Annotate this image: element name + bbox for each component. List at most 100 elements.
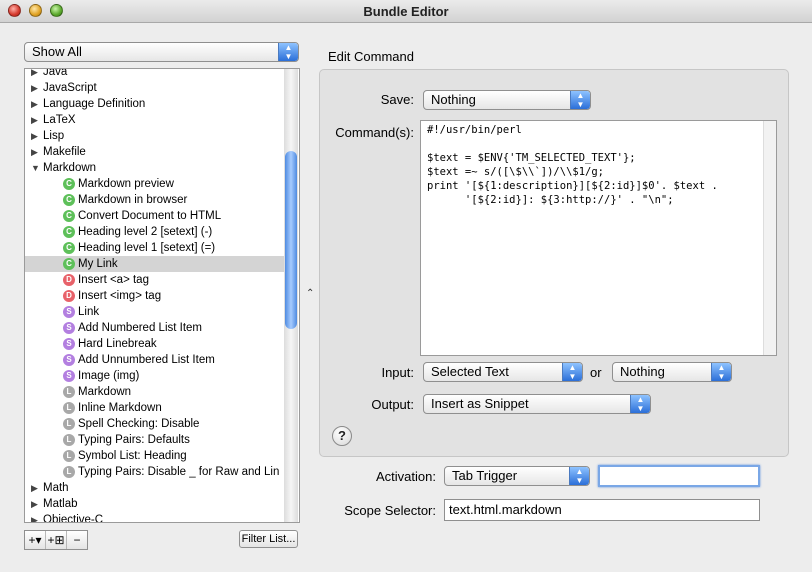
- popup-arrows-icon: ▲ ▼: [630, 395, 650, 413]
- bundle-filter-value: Show All: [32, 44, 82, 59]
- tree-item-row[interactable]: S Image (img): [25, 368, 285, 384]
- tree-item-row[interactable]: L Typing Pairs: Disable _ for Raw and Lin: [25, 464, 285, 480]
- splitter-handle-icon[interactable]: ⌃: [306, 288, 314, 299]
- remove-button[interactable]: −: [67, 531, 87, 549]
- bundle-tree[interactable]: ▶ Java ▶ JavaScript ▶ Language Definition ▶ LaT…: [24, 68, 300, 523]
- disclosure-closed-icon[interactable]: ▶: [31, 496, 38, 512]
- tree-row-label: Symbol List: Heading: [78, 450, 187, 462]
- tree-category-row[interactable]: ▼ Markdown: [25, 160, 285, 176]
- tree-item-row[interactable]: L Inline Markdown: [25, 400, 285, 416]
- item-type-badge-icon: C: [63, 210, 75, 222]
- tree-category-row[interactable]: ▶ Math: [25, 480, 285, 496]
- disclosure-closed-icon[interactable]: ▶: [31, 96, 38, 112]
- item-type-badge-icon: S: [63, 322, 75, 334]
- command-text-editor[interactable]: #!/usr/bin/perl $text = $ENV{'TM_SELECTE…: [420, 120, 777, 356]
- tree-item-row[interactable]: L Symbol List: Heading: [25, 448, 285, 464]
- add-menu-button[interactable]: +▾: [25, 531, 46, 549]
- tree-item-row[interactable]: C Markdown in browser: [25, 192, 285, 208]
- disclosure-closed-icon[interactable]: ▶: [31, 69, 38, 80]
- tree-item-row[interactable]: C Convert Document to HTML: [25, 208, 285, 224]
- tree-row-label: Add Numbered List Item: [78, 322, 203, 334]
- popup-arrows-icon: ▲ ▼: [278, 43, 298, 61]
- tree-row-label: Java: [43, 68, 68, 78]
- disclosure-closed-icon[interactable]: ▶: [31, 480, 38, 496]
- bundle-editor-window: Bundle Editor Show All ▲ ▼ ▶ Java ▶ JavaScri…: [0, 0, 812, 572]
- tree-category-row[interactable]: ▶ Java: [25, 68, 285, 80]
- tree-row-label: Image (img): [78, 370, 140, 382]
- tree-item-row[interactable]: S Add Unnumbered List Item: [25, 352, 285, 368]
- tree-category-row[interactable]: ▶ LaTeX: [25, 112, 285, 128]
- input-popup[interactable]: Selected Text ▲ ▼: [423, 362, 583, 382]
- tree-item-row[interactable]: C Heading level 2 [setext] (-): [25, 224, 285, 240]
- tree-item-row[interactable]: L Markdown: [25, 384, 285, 400]
- tree-row-label: Insert <img> tag: [78, 290, 162, 302]
- item-type-badge-icon: C: [63, 258, 75, 270]
- add-item-button[interactable]: +⊞: [46, 531, 67, 549]
- filter-list-button[interactable]: Filter List...: [239, 530, 298, 548]
- title-bar[interactable]: Bundle Editor: [0, 0, 812, 23]
- tree-row-label: My Link: [78, 258, 118, 270]
- item-type-badge-icon: L: [63, 466, 75, 478]
- popup-arrows-icon: ▲ ▼: [562, 363, 582, 381]
- item-actions: +▾ +⊞ −: [24, 530, 88, 550]
- item-type-badge-icon: L: [63, 402, 75, 414]
- activation-popup[interactable]: Tab Trigger ▲ ▼: [444, 466, 590, 486]
- tree-row-label: Lisp: [43, 130, 65, 142]
- tree-item-row[interactable]: S Link: [25, 304, 285, 320]
- tree-item-row[interactable]: L Typing Pairs: Defaults: [25, 432, 285, 448]
- command-text[interactable]: #!/usr/bin/perl $text = $ENV{'TM_SELECTE…: [421, 121, 776, 209]
- item-type-badge-icon: S: [63, 338, 75, 350]
- tree-item-row[interactable]: D Insert <img> tag: [25, 288, 285, 304]
- tree-item-row[interactable]: C My Link: [25, 256, 285, 272]
- scope-selector-field[interactable]: text.html.markdown: [444, 499, 760, 521]
- item-type-badge-icon: L: [63, 450, 75, 462]
- popup-arrows-icon: ▲ ▼: [711, 363, 731, 381]
- tree-category-row[interactable]: ▶ Makefile: [25, 144, 285, 160]
- activation-label: Activation:: [376, 469, 436, 484]
- tree-row-label: Markdown in browser: [78, 194, 188, 206]
- tree-item-row[interactable]: L Spell Checking: Disable: [25, 416, 285, 432]
- tree-row-label: Language Definition: [43, 98, 146, 110]
- input-fallback-popup[interactable]: Nothing ▲ ▼: [612, 362, 732, 382]
- tree-row-label: Heading level 2 [setext] (-): [78, 226, 213, 238]
- tree-row-label: Add Unnumbered List Item: [78, 354, 215, 366]
- tree-item-row[interactable]: D Insert <a> tag: [25, 272, 285, 288]
- tree-item-row[interactable]: S Add Numbered List Item: [25, 320, 285, 336]
- tree-row-label: Inline Markdown: [78, 402, 162, 414]
- item-type-badge-icon: D: [63, 274, 75, 286]
- tree-category-row[interactable]: ▶ Objective-C: [25, 512, 285, 522]
- tree-category-row[interactable]: ▶ Lisp: [25, 128, 285, 144]
- tree-category-row[interactable]: ▶ JavaScript: [25, 80, 285, 96]
- window-title: Bundle Editor: [363, 4, 449, 19]
- tree-item-row[interactable]: C Markdown preview: [25, 176, 285, 192]
- tree-row-label: Insert <a> tag: [78, 274, 149, 286]
- disclosure-open-icon[interactable]: ▼: [31, 160, 40, 176]
- tree-row-label: Heading level 1 [setext] (=): [78, 242, 216, 254]
- editor-scrollbar[interactable]: [763, 121, 776, 355]
- tree-row-label: Makefile: [43, 146, 86, 158]
- tree-scrollbar[interactable]: [284, 69, 298, 522]
- tree-scrollbar-thumb[interactable]: [285, 151, 297, 329]
- help-button[interactable]: ?: [332, 426, 352, 446]
- bundle-filter-popup[interactable]: Show All ▲ ▼: [24, 42, 299, 62]
- tree-item-row[interactable]: S Hard Linebreak: [25, 336, 285, 352]
- disclosure-closed-icon[interactable]: ▶: [31, 128, 38, 144]
- tree-row-label: Convert Document to HTML: [78, 210, 222, 222]
- save-popup[interactable]: Nothing ▲ ▼: [423, 90, 591, 110]
- output-popup[interactable]: Insert as Snippet ▲ ▼: [423, 394, 651, 414]
- disclosure-closed-icon[interactable]: ▶: [31, 144, 38, 160]
- tree-category-row[interactable]: ▶ Matlab: [25, 496, 285, 512]
- tree-row-label: Matlab: [43, 498, 78, 510]
- item-type-badge-icon: S: [63, 370, 75, 382]
- section-title: Edit Command: [328, 49, 414, 64]
- output-label: Output:: [371, 397, 414, 412]
- disclosure-closed-icon[interactable]: ▶: [31, 80, 38, 96]
- disclosure-closed-icon[interactable]: ▶: [31, 112, 38, 128]
- tree-item-row[interactable]: C Heading level 1 [setext] (=): [25, 240, 285, 256]
- or-label: or: [590, 365, 602, 380]
- command-label: Command(s):: [335, 125, 414, 140]
- disclosure-closed-icon[interactable]: ▶: [31, 512, 38, 522]
- tab-trigger-field[interactable]: [598, 465, 760, 487]
- popup-arrows-icon: ▲ ▼: [569, 467, 589, 485]
- tree-category-row[interactable]: ▶ Language Definition: [25, 96, 285, 112]
